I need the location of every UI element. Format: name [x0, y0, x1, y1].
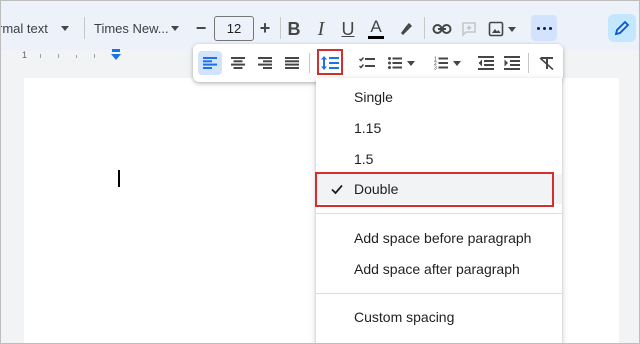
toolbar-divider: [309, 53, 310, 73]
toolbar-divider: [528, 53, 529, 73]
line-spacing-highlight: [317, 49, 343, 75]
menu-item-1-5[interactable]: 1.5: [316, 144, 562, 174]
clear-formatting-icon: [539, 57, 554, 70]
menu-item-add-space-before[interactable]: Add space before paragraph: [316, 223, 562, 253]
align-center-icon: [231, 57, 245, 69]
decrease-indent-button[interactable]: [474, 51, 498, 75]
underline-button[interactable]: U: [336, 17, 360, 41]
ruler-tick: [94, 54, 95, 58]
menu-item-single[interactable]: Single: [316, 82, 562, 112]
bold-icon: B: [287, 19, 301, 39]
indent-marker-icon[interactable]: [111, 49, 121, 60]
menu-item-label: 1.5: [354, 151, 374, 167]
toolbar-divider: [424, 17, 425, 39]
paragraph-style-dropdown[interactable]: rmal text: [0, 17, 76, 39]
ruler-tick: [76, 55, 77, 58]
insert-image-icon: [488, 21, 504, 37]
menu-divider: [316, 213, 562, 214]
align-justify-icon: [285, 57, 299, 69]
paragraph-style-label: rmal text: [0, 20, 48, 36]
checklist-icon: [359, 57, 375, 69]
pencil-icon: [614, 20, 630, 36]
menu-item-custom-spacing[interactable]: Custom spacing: [316, 302, 562, 332]
align-justify-button[interactable]: [280, 51, 304, 75]
italic-icon: I: [317, 18, 325, 40]
insert-image-button[interactable]: [484, 17, 520, 41]
ruler-number: 1: [22, 50, 28, 60]
bold-button[interactable]: B: [282, 17, 306, 41]
numbered-list-icon: 1 2 3: [434, 57, 448, 71]
bulleted-list-button[interactable]: [383, 51, 419, 75]
increase-indent-icon: [504, 56, 520, 70]
menu-divider: [316, 293, 562, 294]
insert-link-button[interactable]: [430, 17, 454, 41]
caret-down-icon: [171, 26, 179, 31]
font-size-input[interactable]: 12: [214, 16, 254, 41]
checklist-button[interactable]: [355, 51, 379, 75]
align-center-button[interactable]: [226, 51, 250, 75]
ruler-tick: [40, 54, 41, 58]
toolbar-divider: [280, 17, 281, 39]
toolbar-divider: [84, 17, 85, 39]
more-icon: [536, 26, 552, 30]
numbered-list-button[interactable]: 1 2 3: [429, 51, 465, 75]
line-spacing-menu: Single 1.15 1.5 Double Add space before …: [316, 78, 562, 344]
bulleted-list-icon: [387, 57, 402, 69]
caret-down-icon: [61, 26, 69, 31]
highlight-color-button[interactable]: [394, 17, 418, 41]
text-cursor: [118, 170, 120, 187]
menu-item-1-15[interactable]: 1.15: [316, 113, 562, 143]
highlighter-icon: [401, 23, 412, 35]
add-comment-button[interactable]: [457, 17, 481, 41]
svg-text:3: 3: [434, 66, 437, 71]
double-option-highlight: [315, 172, 554, 207]
caret-down-icon: [452, 60, 461, 66]
align-right-icon: [258, 57, 272, 69]
text-color-icon: A: [370, 16, 382, 36]
italic-button[interactable]: I: [309, 17, 333, 41]
text-color-button[interactable]: A: [364, 17, 388, 41]
link-icon: [432, 24, 452, 34]
clear-formatting-button[interactable]: [535, 51, 559, 75]
align-left-button[interactable]: [198, 51, 222, 75]
font-family-label: Times New...: [94, 20, 169, 36]
ruler-tick: [58, 54, 59, 58]
overflow-toolbar: 1 2 3: [193, 44, 563, 82]
menu-item-label: Add space after paragraph: [354, 261, 520, 277]
menu-item-label: Single: [354, 89, 393, 105]
menu-item-label: Custom spacing: [354, 309, 455, 325]
menu-item-label: Add space before paragraph: [354, 230, 532, 246]
decrease-font-size-button[interactable]: −: [190, 17, 212, 39]
increase-indent-button[interactable]: [500, 51, 524, 75]
font-size-group: − 12 +: [190, 16, 278, 41]
more-options-button[interactable]: [531, 15, 557, 41]
underline-icon: U: [341, 19, 355, 39]
increase-font-size-button[interactable]: +: [254, 17, 276, 39]
editing-mode-button[interactable]: [608, 14, 636, 42]
decrease-indent-icon: [478, 56, 494, 70]
font-family-dropdown[interactable]: Times New...: [92, 17, 184, 39]
align-right-button[interactable]: [253, 51, 277, 75]
text-color-swatch: [368, 35, 384, 39]
caret-down-icon: [406, 60, 415, 66]
main-toolbar: rmal text Times New... − 12 + B I U A: [0, 0, 640, 50]
align-left-icon: [203, 57, 217, 69]
add-comment-icon: [462, 22, 476, 37]
menu-item-label: 1.15: [354, 120, 382, 136]
menu-item-add-space-after[interactable]: Add space after paragraph: [316, 254, 562, 284]
caret-down-icon: [508, 26, 516, 32]
